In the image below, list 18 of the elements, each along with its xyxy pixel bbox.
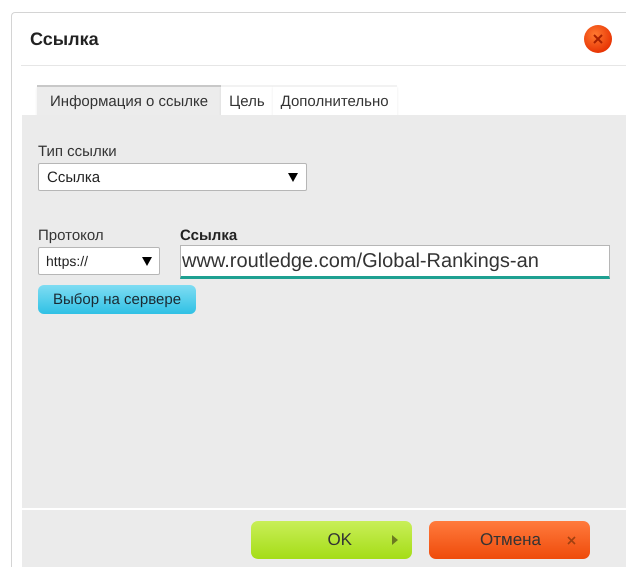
close-icon[interactable] — [584, 25, 612, 53]
dropdown-arrow-icon — [142, 256, 152, 266]
url-input[interactable]: www.routledge.com/Global-Rankings-an — [180, 245, 610, 279]
field-label: Тип ссылки — [38, 143, 117, 161]
ok-button[interactable]: OK — [251, 521, 412, 559]
field-label: Ссылка — [180, 227, 238, 245]
dialog-title: Ссылка — [30, 28, 99, 50]
browse-server-button[interactable]: Выбор на сервере — [38, 285, 196, 314]
arrow-icon — [392, 535, 398, 545]
dropdown-arrow-icon — [288, 172, 298, 182]
protocol-dropdown[interactable]: https:// — [38, 247, 160, 275]
cancel-button[interactable]: Отмена — [429, 521, 590, 559]
cross-icon — [567, 536, 576, 544]
field-label: Протокол — [38, 227, 105, 245]
tab[interactable]: Информация о ссылке — [37, 85, 222, 116]
link-type-dropdown[interactable]: Ссылка — [38, 163, 307, 191]
tab[interactable]: Дополнительно — [272, 85, 397, 116]
tab[interactable]: Цель — [221, 85, 273, 116]
